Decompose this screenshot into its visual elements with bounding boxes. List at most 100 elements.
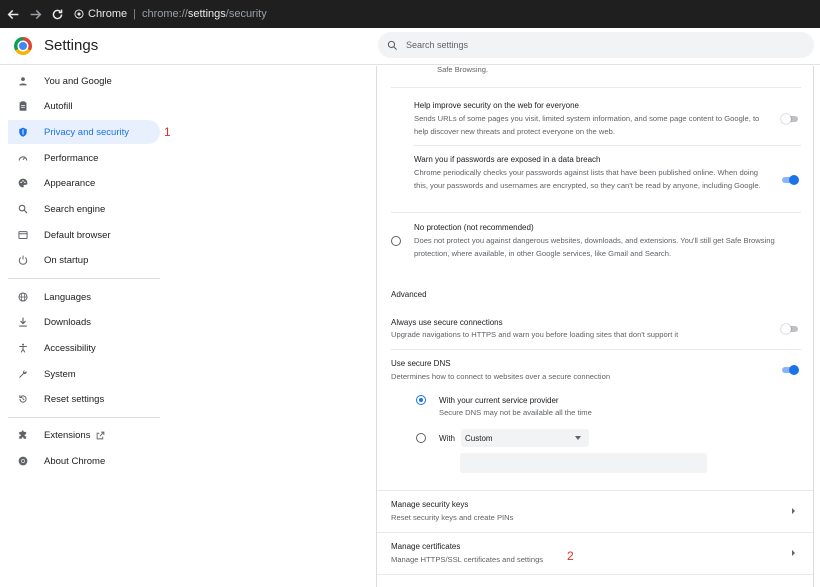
sidebar-item-extensions[interactable]: Extensions (8, 423, 160, 447)
reset-icon (18, 394, 28, 404)
help-improve-title: Help improve security on the web for eve… (414, 101, 579, 110)
reload-icon[interactable] (48, 5, 66, 23)
no-protection-radio[interactable] (391, 236, 401, 246)
shield-icon (18, 127, 28, 137)
sidebar-item-privacy-and-security[interactable]: Privacy and security (8, 120, 160, 144)
puzzle-icon (18, 430, 28, 440)
secure-dns-toggle[interactable] (781, 365, 799, 375)
sidebar: You and Google Autofill Privacy and secu… (0, 66, 175, 587)
sidebar-item-label: About Chrome (44, 455, 106, 467)
sidebar-item-downloads[interactable]: Downloads (8, 310, 160, 334)
sidebar-item-accessibility[interactable]: Accessibility (8, 336, 160, 360)
settings-main-panel: Safe Browsing. Help improve security on … (376, 66, 814, 587)
divider (391, 349, 801, 350)
security-keys-desc: Reset security keys and create PINs (391, 513, 514, 522)
no-protection-title: No protection (not recommended) (414, 223, 534, 232)
annotation-1: 1 (164, 125, 171, 139)
person-icon (18, 76, 28, 86)
sidebar-item-label: Autofill (44, 100, 73, 112)
divider (377, 574, 813, 575)
sidebar-item-reset-settings[interactable]: Reset settings (8, 387, 160, 411)
dns-provider-select[interactable]: Custom (461, 429, 589, 447)
password-warn-desc: Chrome periodically checks your password… (414, 168, 761, 190)
dns-current-provider-title: With your current service provider (439, 396, 559, 405)
advanced-heading: Advanced (391, 290, 427, 299)
help-improve-desc: Sends URLs of some pages you visit, limi… (414, 114, 760, 136)
certificates-title: Manage certificates (391, 542, 461, 551)
divider (391, 212, 801, 213)
secure-connections-desc: Upgrade navigations to HTTPS and warn yo… (391, 330, 679, 339)
sidebar-item-label: Accessibility (44, 342, 96, 354)
settings-header: Settings Search settings (0, 28, 820, 65)
sidebar-divider (8, 278, 160, 279)
dns-current-provider-radio[interactable] (416, 395, 426, 405)
sidebar-item-label: Downloads (44, 316, 91, 328)
sidebar-item-you-and-google[interactable]: You and Google (8, 69, 160, 93)
search-icon (387, 40, 398, 50)
divider (377, 490, 813, 491)
sidebar-item-label: Extensions (44, 429, 91, 441)
password-warn-title: Warn you if passwords are exposed in a d… (414, 155, 601, 164)
divider (414, 145, 801, 146)
page-title: Settings (44, 37, 99, 54)
sidebar-item-autofill[interactable]: Autofill (8, 94, 160, 118)
chrome-logo-icon (18, 456, 28, 466)
sidebar-divider (8, 417, 160, 418)
secure-connections-title: Always use secure connections (391, 318, 503, 327)
dns-with-label: With (439, 434, 455, 443)
sidebar-item-appearance[interactable]: Appearance (8, 171, 160, 195)
power-icon (18, 255, 28, 265)
sidebar-item-label: On startup (44, 254, 89, 266)
password-warn-toggle[interactable] (781, 175, 799, 185)
sidebar-item-about-chrome[interactable]: About Chrome (8, 449, 160, 473)
sidebar-item-languages[interactable]: Languages (8, 285, 160, 309)
divider (391, 87, 801, 88)
dns-provider-selected: Custom (465, 433, 493, 443)
palette-icon (18, 178, 28, 188)
sidebar-item-label: Appearance (44, 177, 96, 189)
help-improve-toggle[interactable] (781, 114, 799, 124)
address-bar[interactable]: Chrome | chrome://settings/security (74, 8, 267, 20)
no-protection-desc: Does not protect you against dangerous w… (414, 236, 775, 258)
download-icon (18, 317, 28, 327)
sidebar-item-label: Reset settings (44, 393, 105, 405)
search-input[interactable]: Search settings (378, 32, 814, 58)
sidebar-item-default-browser[interactable]: Default browser (8, 223, 160, 247)
search-icon (18, 204, 28, 214)
dropdown-arrow-icon (575, 436, 581, 440)
sidebar-item-label: Languages (44, 291, 92, 303)
safe-browsing-tail-text: Safe Browsing. (437, 66, 489, 74)
divider (377, 532, 813, 533)
secure-dns-desc: Determines how to connect to websites ov… (391, 372, 611, 381)
sidebar-item-label: You and Google (44, 75, 112, 87)
sidebar-item-performance[interactable]: Performance (8, 146, 160, 170)
url-separator: | (133, 8, 136, 20)
secure-dns-title: Use secure DNS (391, 359, 451, 368)
chrome-logo-icon (14, 37, 32, 55)
sidebar-item-label: System (44, 368, 76, 380)
sidebar-item-search-engine[interactable]: Search engine (8, 197, 160, 221)
sidebar-item-label: Privacy and security (44, 126, 130, 138)
chevron-right-icon[interactable] (792, 508, 795, 514)
search-placeholder: Search settings (406, 40, 469, 50)
chrome-chip-icon (74, 9, 84, 19)
dns-custom-radio[interactable] (416, 433, 426, 443)
speedometer-icon (18, 153, 28, 163)
globe-icon (18, 292, 28, 302)
external-link-icon (97, 431, 105, 439)
back-arrow-icon[interactable] (4, 5, 22, 23)
custom-dns-input[interactable] (460, 453, 707, 473)
certificates-desc: Manage HTTPS/SSL certificates and settin… (391, 555, 544, 564)
sidebar-item-on-startup[interactable]: On startup (8, 248, 160, 272)
secure-connections-toggle[interactable] (781, 324, 799, 334)
sidebar-item-label: Performance (44, 152, 99, 164)
security-keys-title: Manage security keys (391, 500, 469, 509)
forward-arrow-icon[interactable] (26, 5, 44, 23)
sidebar-item-label: Default browser (44, 229, 111, 241)
chevron-right-icon[interactable] (792, 550, 795, 556)
dns-current-provider-desc: Secure DNS may not be available all the … (439, 408, 592, 417)
clipboard-icon (18, 101, 28, 111)
accessibility-icon (18, 343, 28, 353)
sidebar-item-system[interactable]: System (8, 362, 160, 386)
url-text: chrome://settings/security (141, 8, 267, 20)
